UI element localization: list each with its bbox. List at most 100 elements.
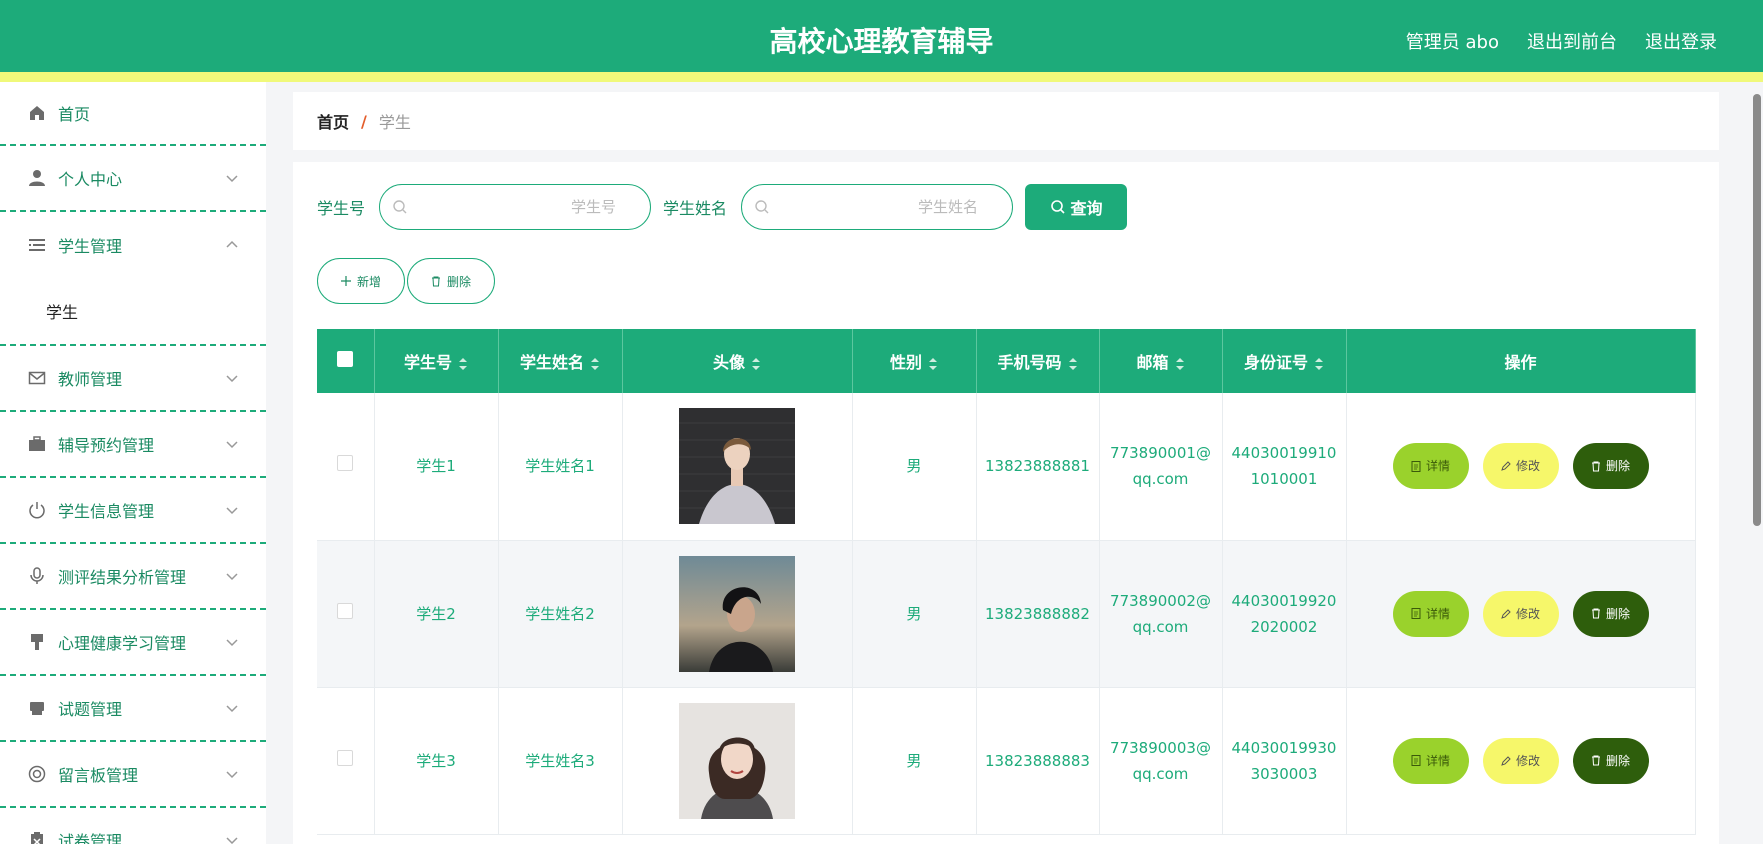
sidebar-item-message-board[interactable]: 留言板管理 — [0, 742, 266, 808]
delete-button[interactable]: 删除 — [1572, 590, 1649, 637]
chevron-down-icon — [226, 573, 238, 581]
select-all-cell — [317, 329, 375, 393]
mail-icon — [28, 369, 46, 387]
exit-to-front-link[interactable]: 退出到前台 — [1527, 28, 1617, 54]
sidebar-subitem-student[interactable]: 学生 — [0, 278, 266, 346]
breadcrumb-home[interactable]: 首页 — [317, 109, 349, 133]
document-icon — [1411, 608, 1421, 619]
cell-avatar — [622, 540, 853, 688]
edit-icon — [1501, 755, 1511, 766]
sidebar-item-mental-health-learning[interactable]: 心理健康学习管理 — [0, 610, 266, 676]
id-line: 3030003 — [1250, 764, 1318, 783]
list-icon — [28, 236, 46, 254]
edit-button[interactable]: 修改 — [1482, 443, 1559, 490]
delete-button[interactable]: 删除 — [1572, 443, 1649, 490]
sidebar-item-label: 测评结果分析管理 — [58, 568, 187, 587]
chevron-down-icon — [226, 837, 238, 844]
sidebar-item-label: 试卷管理 — [58, 832, 123, 844]
table-row: 学生2 学生姓名2 男 13823888882 773890002@ qq.co… — [317, 540, 1696, 688]
breadcrumb-separator: / — [361, 111, 367, 131]
sidebar-item-student-management[interactable]: 学生管理 — [0, 212, 266, 278]
table-row: 学生3 学生姓名3 男 13823888883 773890003@ qq.co… — [317, 687, 1696, 835]
column-header-label: 学生号 — [403, 353, 452, 372]
delete-button[interactable]: 删除 — [1572, 737, 1649, 784]
sidebar-item-assessment-analysis[interactable]: 测评结果分析管理 — [0, 544, 266, 610]
logout-link[interactable]: 退出登录 — [1645, 28, 1717, 54]
header-nav: 管理员 abo 退出到前台 退出登录 — [1406, 28, 1717, 54]
sidebar-item-label: 试题管理 — [58, 700, 123, 719]
edit-button[interactable]: 修改 — [1482, 737, 1559, 784]
microphone-icon — [28, 567, 46, 585]
batch-delete-button[interactable]: 删除 — [407, 258, 495, 304]
sidebar-item-exam-management[interactable]: 试卷管理 — [0, 808, 266, 844]
row-checkbox[interactable] — [337, 749, 354, 766]
edit-button-label: 修改 — [1515, 606, 1540, 621]
select-all-checkbox[interactable] — [337, 351, 354, 367]
detail-button[interactable]: 详情 — [1392, 443, 1469, 490]
column-header[interactable]: 学生姓名 — [498, 329, 623, 393]
row-checkbox[interactable] — [337, 455, 354, 472]
column-header[interactable]: 头像 — [622, 329, 853, 393]
sidebar-item-teacher-management[interactable]: 教师管理 — [0, 346, 266, 412]
column-header[interactable]: 学生号 — [374, 329, 499, 393]
column-header[interactable]: 性别 — [852, 329, 977, 393]
id-line: 1010001 — [1250, 470, 1318, 489]
page-scrollbar-thumb[interactable] — [1753, 94, 1761, 526]
row-select-cell — [317, 393, 375, 541]
cell-student-no: 学生1 — [374, 393, 499, 541]
main-content: 学生号 学生姓名 查询 新增 删除 — [293, 162, 1719, 844]
breadcrumb-current: 学生 — [378, 113, 411, 132]
sidebar-item-home[interactable]: 首页 — [0, 82, 266, 146]
student-no-input[interactable] — [396, 198, 635, 216]
email-line: 773890002@ — [1110, 591, 1211, 610]
clipboard-icon — [28, 831, 46, 844]
admin-user-label[interactable]: 管理员 abo — [1406, 28, 1499, 54]
student-no-search-box — [379, 184, 652, 230]
edit-button-label: 修改 — [1515, 753, 1540, 768]
avatar[interactable] — [679, 555, 795, 672]
cell-student-name: 学生姓名2 — [498, 540, 623, 688]
student-table: 学生号 学生姓名 头像 性别 手机号码 邮箱 身份证号 操作 学生1 学生姓名1 — [317, 329, 1696, 835]
column-header: 操作 — [1346, 329, 1696, 393]
query-button[interactable]: 查询 — [1025, 184, 1128, 230]
chevron-up-icon — [226, 240, 238, 248]
cell-student-no: 学生2 — [374, 540, 499, 688]
sidebar-item-appointment-management[interactable]: 辅导预约管理 — [0, 412, 266, 478]
column-header[interactable]: 手机号码 — [976, 329, 1100, 393]
cell-avatar — [622, 393, 853, 541]
edit-button[interactable]: 修改 — [1482, 590, 1559, 637]
student-no-label: 学生号 — [317, 199, 366, 218]
sidebar-item-label: 心理健康学习管理 — [58, 634, 187, 653]
student-name-input[interactable] — [758, 198, 997, 216]
row-checkbox[interactable] — [337, 602, 354, 619]
avatar[interactable] — [679, 702, 795, 819]
cell-phone: 13823888882 — [976, 540, 1100, 688]
row-select-cell — [317, 540, 375, 688]
email-line: qq.com — [1132, 470, 1189, 489]
detail-button-label: 详情 — [1425, 459, 1450, 474]
cell-avatar — [622, 687, 853, 835]
detail-button[interactable]: 详情 — [1392, 590, 1469, 637]
add-button[interactable]: 新增 — [317, 258, 405, 304]
email-line: 773890003@ — [1110, 738, 1211, 757]
id-line: 44030019910 — [1231, 444, 1337, 463]
cell-phone: 13823888883 — [976, 687, 1100, 835]
delete-button-label: 删除 — [1605, 606, 1630, 621]
cell-gender: 男 — [852, 393, 977, 541]
avatar[interactable] — [679, 408, 795, 525]
table-row: 学生1 学生姓名1 男 13823888881 773890001@ qq.co… — [317, 393, 1696, 541]
sidebar-subitem-label: 学生 — [46, 303, 79, 322]
trash-icon — [431, 276, 440, 286]
search-icon — [1050, 200, 1065, 214]
detail-button[interactable]: 详情 — [1392, 737, 1469, 784]
column-header[interactable]: 身份证号 — [1222, 329, 1347, 393]
breadcrumb: 首页 / 学生 — [293, 92, 1719, 150]
column-header[interactable]: 邮箱 — [1099, 329, 1223, 393]
trash-icon — [1591, 608, 1600, 619]
detail-button-label: 详情 — [1425, 606, 1450, 621]
student-name-label: 学生姓名 — [663, 199, 728, 218]
sidebar-item-question-management[interactable]: 试题管理 — [0, 676, 266, 742]
sidebar-item-student-info-management[interactable]: 学生信息管理 — [0, 478, 266, 544]
cell-gender: 男 — [852, 687, 977, 835]
sidebar-item-personal-center[interactable]: 个人中心 — [0, 146, 266, 212]
